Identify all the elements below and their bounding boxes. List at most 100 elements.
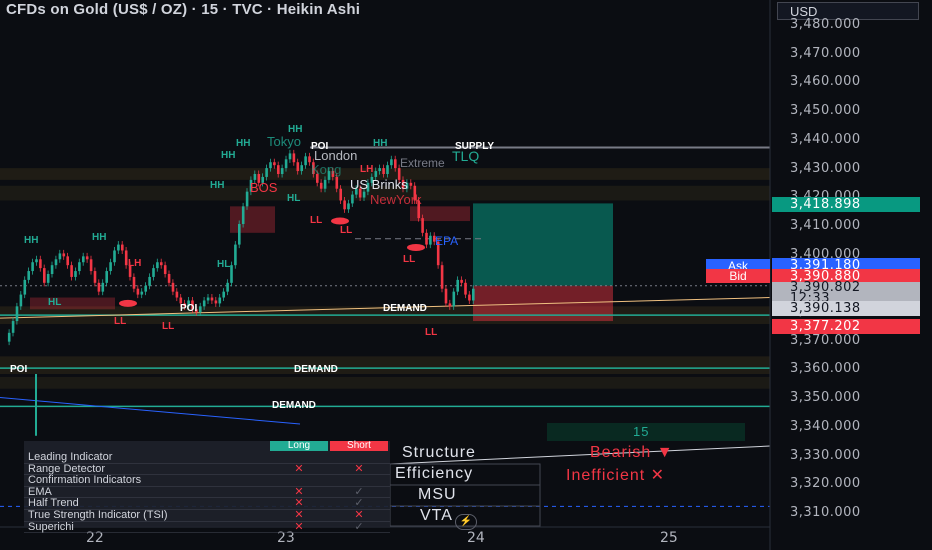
- candle-body: [323, 179, 327, 189]
- short-status-icon: ✓: [354, 497, 364, 510]
- indicator-row: True Strength Indicator (TSI) ✕ ✕: [24, 510, 390, 522]
- candle-body: [452, 291, 456, 307]
- level-b-tag: 3,377.202: [772, 319, 920, 334]
- candle-body: [238, 224, 241, 245]
- indicator-name: Superichi: [28, 520, 74, 533]
- candle-body: [156, 262, 159, 269]
- candle-body: [136, 288, 140, 295]
- candle-body: [144, 285, 147, 292]
- price-axis-label: 3,370.000: [790, 332, 861, 348]
- symbol-title[interactable]: CFDs on Gold (US$ / OZ) · 15 · TVC · Hei…: [6, 1, 360, 18]
- demand-zone: [0, 356, 770, 374]
- candle-body: [409, 182, 413, 186]
- indicator-row: Confirmation Indicators: [24, 475, 390, 487]
- short-status-icon: ✓: [354, 520, 364, 533]
- candle-body: [105, 271, 108, 283]
- hl-label: HL: [48, 297, 62, 308]
- candle-body: [70, 265, 73, 277]
- short-status-icon: ✕: [354, 508, 364, 521]
- demand-zone: [0, 376, 770, 389]
- candle-body: [50, 265, 54, 274]
- liquidity-dot: [119, 299, 137, 307]
- price-axis-label: 3,440.000: [790, 131, 861, 147]
- candle-body: [280, 168, 284, 174]
- tlq-label: TLQ: [452, 148, 480, 164]
- candle-body: [121, 244, 124, 251]
- indicator-name: True Strength Indicator (TSI): [28, 508, 168, 521]
- candle-body: [292, 153, 296, 163]
- hl-label: HL: [217, 259, 231, 270]
- candle-body: [241, 206, 245, 224]
- candle-body: [378, 168, 381, 172]
- candle-body: [117, 244, 120, 251]
- tokyo-label: Tokyo: [267, 134, 301, 149]
- candle-body: [210, 297, 214, 301]
- short-header: Short: [330, 441, 388, 451]
- poi-label-mid: POI: [180, 303, 198, 314]
- order-block: [230, 206, 275, 233]
- candle-body: [230, 265, 233, 283]
- candle-body: [27, 271, 30, 280]
- candle-body: [101, 282, 105, 292]
- hh-label: HH: [373, 138, 388, 149]
- indicator-row: EMA ✕ ✓: [24, 486, 390, 499]
- price-axis-label: 3,470.000: [790, 45, 861, 61]
- vta-label: VTA: [420, 507, 453, 524]
- poi-label-low: POI: [10, 364, 28, 375]
- candle-body: [304, 156, 307, 166]
- candle-body: [351, 194, 354, 204]
- indicator-name: Range Detector: [28, 462, 106, 475]
- long-status-icon: ✕: [294, 508, 304, 521]
- candle-body: [218, 297, 222, 304]
- lightning-icon[interactable]: ⚡: [455, 514, 477, 530]
- candle-body: [269, 162, 272, 169]
- candle-body: [175, 291, 179, 298]
- candle-body: [19, 294, 23, 307]
- blue-trend-line: [0, 397, 301, 425]
- candle-body: [82, 256, 85, 263]
- order-block: [30, 297, 115, 310]
- demand-label-2: DEMAND: [294, 364, 338, 375]
- candle-body: [78, 262, 81, 272]
- candle-body: [206, 297, 210, 301]
- candle-body: [23, 279, 27, 295]
- candle-body: [140, 291, 144, 295]
- lh-label: LH: [128, 258, 142, 269]
- indicator-row: Leading Indicator: [24, 452, 390, 464]
- candle-body: [15, 306, 19, 322]
- candle-body: [472, 288, 475, 301]
- price-axis-label: 3,320.000: [790, 476, 861, 492]
- liquidity-dot: [331, 217, 349, 225]
- hh-label: HH: [236, 138, 251, 149]
- candle-body: [390, 159, 393, 166]
- candle-body: [222, 291, 225, 298]
- candle-body: [171, 282, 175, 292]
- candle-body: [234, 244, 237, 266]
- price-axis-label: 3,360.000: [790, 361, 861, 377]
- price-axis-label: 3,480.000: [790, 17, 861, 32]
- candle-body: [440, 265, 444, 289]
- candle-body: [460, 279, 463, 283]
- candle-body: [347, 203, 350, 210]
- epa-label: EPA: [435, 234, 459, 248]
- candle-body: [62, 253, 66, 257]
- msu-box: [389, 484, 541, 507]
- hh-label: HH: [24, 235, 39, 246]
- candle-body: [54, 259, 58, 266]
- efficiency-label: Efficiency: [395, 465, 474, 482]
- candle-body: [288, 153, 292, 160]
- structure-value: Bearish ▼: [590, 444, 674, 461]
- candle-body: [109, 262, 112, 272]
- candle-body: [113, 250, 116, 263]
- indicator-table: Long Short Leading Indicator Range Detect…: [24, 441, 390, 534]
- price-axis-label: 3,330.000: [790, 447, 861, 463]
- indicator-name: Confirmation Indicators: [28, 474, 142, 487]
- ll-label: LL: [162, 321, 175, 332]
- candle-body: [74, 271, 77, 277]
- candle-body: [7, 332, 11, 342]
- price-axis-label: 3,350.000: [790, 390, 861, 406]
- date-label-25: 25: [660, 530, 678, 546]
- candle-body: [31, 262, 34, 272]
- short-status-icon: ✕: [354, 462, 364, 475]
- indicator-row: Superichi ✕ ✓: [24, 520, 390, 534]
